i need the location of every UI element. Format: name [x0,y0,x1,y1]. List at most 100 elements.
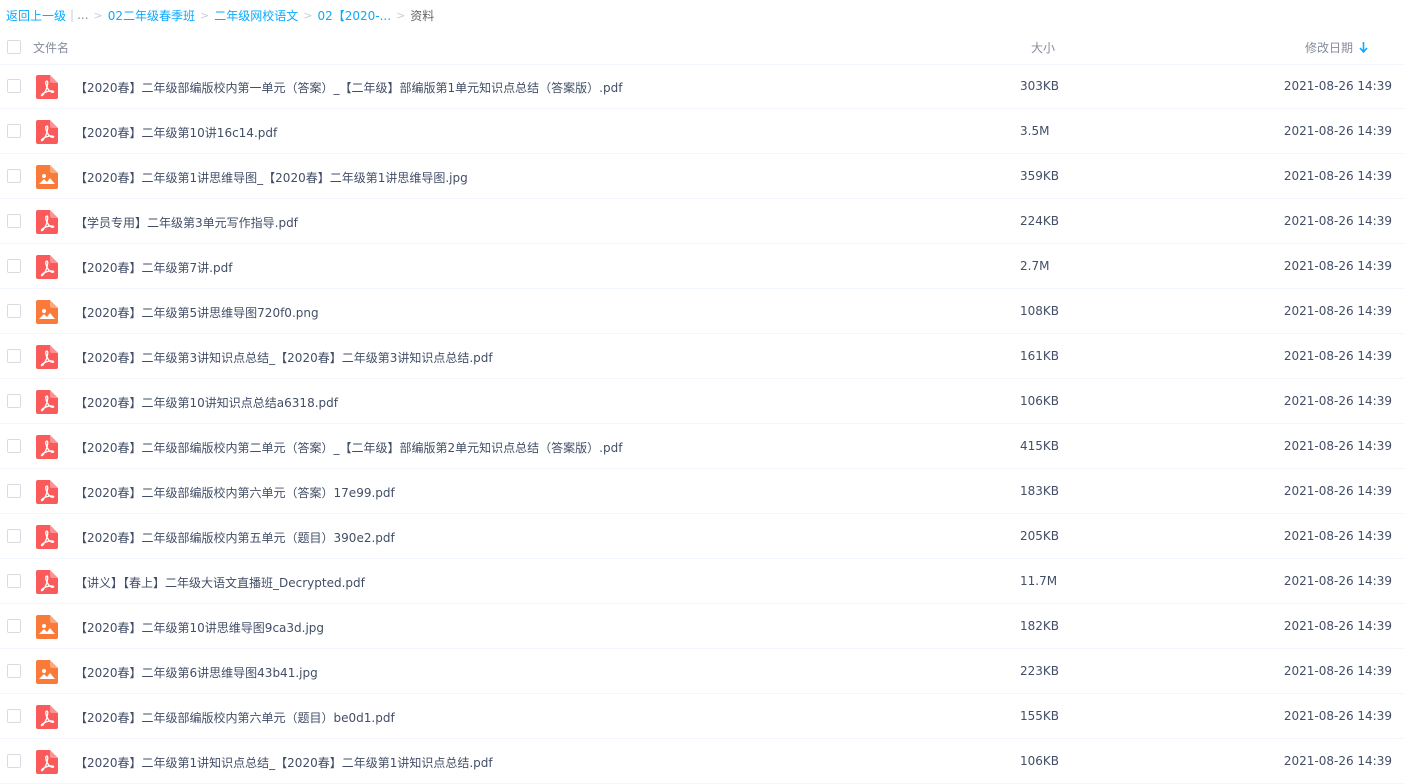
file-size: 106KB [1020,394,1060,408]
file-name[interactable]: 【2020春】二年级第1讲知识点总结_【2020春】二年级第1讲知识点总结.pd… [75,754,493,771]
pdf-icon [36,210,58,234]
file-date: 2021-08-26 14:39 [1283,664,1392,678]
file-name[interactable]: 【2020春】二年级部编版校内第六单元（答案）17e99.pdf [75,484,395,501]
row-checkbox[interactable] [7,439,21,453]
file-date: 2021-08-26 14:39 [1283,349,1392,363]
breadcrumb-separator: > [303,8,313,22]
row-checkbox[interactable] [7,664,21,678]
file-row[interactable]: 【学员专用】二年级第3单元写作指导.pdf 224KB 2021-08-26 1… [0,199,1404,244]
file-list: 【2020春】二年级部编版校内第一单元（答案）_【二年级】部编版第1单元知识点总… [0,64,1404,784]
file-date: 2021-08-26 14:39 [1283,484,1392,498]
breadcrumb: 返回上一级 | ... > 02二年级春季班 > 二年级网校语文 > 02【20… [6,7,434,23]
file-row[interactable]: 【2020春】二年级第1讲知识点总结_【2020春】二年级第1讲知识点总结.pd… [0,739,1404,784]
file-size: 205KB [1020,529,1060,543]
file-name[interactable]: 【2020春】二年级第3讲知识点总结_【2020春】二年级第3讲知识点总结.pd… [75,349,493,366]
row-checkbox[interactable] [7,79,21,93]
breadcrumb-item[interactable]: 二年级网校语文 [214,7,298,24]
file-row[interactable]: 【2020春】二年级第10讲16c14.pdf 3.5M 2021-08-26 … [0,109,1404,154]
file-row[interactable]: 【2020春】二年级第10讲思维导图9ca3d.jpg 182KB 2021-0… [0,604,1404,649]
image-icon [36,660,58,684]
pdf-icon [36,750,58,774]
pdf-icon [36,345,58,369]
select-all-checkbox[interactable] [7,40,21,54]
file-name[interactable]: 【2020春】二年级部编版校内第六单元（题目）be0d1.pdf [75,709,395,726]
file-row[interactable]: 【2020春】二年级第3讲知识点总结_【2020春】二年级第3讲知识点总结.pd… [0,334,1404,379]
row-checkbox[interactable] [7,214,21,228]
row-checkbox[interactable] [7,619,21,633]
file-size: 224KB [1020,214,1060,228]
breadcrumb-separator: > [396,8,406,22]
file-date: 2021-08-26 14:39 [1283,439,1392,453]
row-checkbox[interactable] [7,574,21,588]
pdf-icon [36,120,58,144]
image-icon [36,300,58,324]
row-checkbox[interactable] [7,124,21,138]
row-checkbox[interactable] [7,484,21,498]
file-size: 108KB [1020,304,1060,318]
file-name[interactable]: 【2020春】二年级第5讲思维导图720f0.png [75,304,319,321]
breadcrumb-current: 资料 [410,8,435,23]
file-date: 2021-08-26 14:39 [1283,619,1392,633]
pdf-icon [36,435,58,459]
file-size: 155KB [1020,709,1060,723]
file-name[interactable]: 【讲义】【春上】二年级大语文直播班_Decrypted.pdf [75,574,365,591]
file-name[interactable]: 【2020春】二年级第10讲知识点总结a6318.pdf [75,394,338,411]
file-name[interactable]: 【2020春】二年级部编版校内第二单元（答案）_【二年级】部编版第2单元知识点总… [75,439,622,456]
file-name[interactable]: 【2020春】二年级第10讲16c14.pdf [75,124,277,141]
file-row[interactable]: 【2020春】二年级部编版校内第六单元（题目）be0d1.pdf 155KB 2… [0,694,1404,739]
file-date: 2021-08-26 14:39 [1283,709,1392,723]
row-checkbox[interactable] [7,259,21,273]
breadcrumb-item[interactable]: 02二年级春季班 [108,7,195,24]
file-name[interactable]: 【2020春】二年级第7讲.pdf [75,259,232,276]
row-checkbox[interactable] [7,529,21,543]
row-checkbox[interactable] [7,349,21,363]
file-row[interactable]: 【2020春】二年级第5讲思维导图720f0.png 108KB 2021-08… [0,289,1404,334]
file-size: 415KB [1020,439,1060,453]
row-checkbox[interactable] [7,169,21,183]
file-size: 359KB [1020,169,1060,183]
back-link[interactable]: 返回上一级 [6,7,66,24]
file-row[interactable]: 【2020春】二年级部编版校内第五单元（题目）390e2.pdf 205KB 2… [0,514,1404,559]
image-icon [36,165,58,189]
pdf-icon [36,75,58,99]
file-row[interactable]: 【2020春】二年级第1讲思维导图_【2020春】二年级第1讲思维导图.jpg … [0,154,1404,199]
file-date: 2021-08-26 14:39 [1283,529,1392,543]
file-size: 161KB [1020,349,1060,363]
file-size: 303KB [1020,79,1060,93]
file-row[interactable]: 【2020春】二年级部编版校内第六单元（答案）17e99.pdf 183KB 2… [0,469,1404,514]
row-checkbox[interactable] [7,754,21,768]
file-size: 223KB [1020,664,1060,678]
file-name[interactable]: 【2020春】二年级第10讲思维导图9ca3d.jpg [75,619,324,636]
breadcrumb-ellipsis[interactable]: ... [77,8,88,22]
row-checkbox[interactable] [7,394,21,408]
breadcrumb-item[interactable]: 02【2020-... [317,7,391,24]
file-row[interactable]: 【2020春】二年级第10讲知识点总结a6318.pdf 106KB 2021-… [0,379,1404,424]
file-name[interactable]: 【学员专用】二年级第3单元写作指导.pdf [75,214,298,231]
column-header-size[interactable]: 大小 [1031,39,1055,56]
file-list-header: 文件名 大小 修改日期 [0,32,1404,65]
image-icon [36,615,58,639]
column-header-date-label: 修改日期 [1305,41,1354,55]
pdf-icon [36,480,58,504]
file-row[interactable]: 【2020春】二年级第7讲.pdf 2.7M 2021-08-26 14:39 [0,244,1404,289]
file-size: 183KB [1020,484,1060,498]
pdf-icon [36,255,58,279]
file-row[interactable]: 【2020春】二年级部编版校内第一单元（答案）_【二年级】部编版第1单元知识点总… [0,64,1404,109]
file-date: 2021-08-26 14:39 [1283,574,1392,588]
pdf-icon [36,525,58,549]
file-name[interactable]: 【2020春】二年级第1讲思维导图_【2020春】二年级第1讲思维导图.jpg [75,169,468,186]
file-name[interactable]: 【2020春】二年级部编版校内第五单元（题目）390e2.pdf [75,529,395,546]
row-checkbox[interactable] [7,709,21,723]
file-row[interactable]: 【讲义】【春上】二年级大语文直播班_Decrypted.pdf 11.7M 20… [0,559,1404,604]
row-checkbox[interactable] [7,304,21,318]
file-date: 2021-08-26 14:39 [1283,214,1392,228]
file-row[interactable]: 【2020春】二年级第6讲思维导图43b41.jpg 223KB 2021-08… [0,649,1404,694]
column-header-date[interactable]: 修改日期 [1305,39,1368,56]
file-name[interactable]: 【2020春】二年级第6讲思维导图43b41.jpg [75,664,318,681]
file-date: 2021-08-26 14:39 [1283,304,1392,318]
breadcrumb-separator: > [200,8,210,22]
pdf-icon [36,570,58,594]
file-row[interactable]: 【2020春】二年级部编版校内第二单元（答案）_【二年级】部编版第2单元知识点总… [0,424,1404,469]
column-header-name[interactable]: 文件名 [33,39,69,56]
file-name[interactable]: 【2020春】二年级部编版校内第一单元（答案）_【二年级】部编版第1单元知识点总… [75,79,622,96]
